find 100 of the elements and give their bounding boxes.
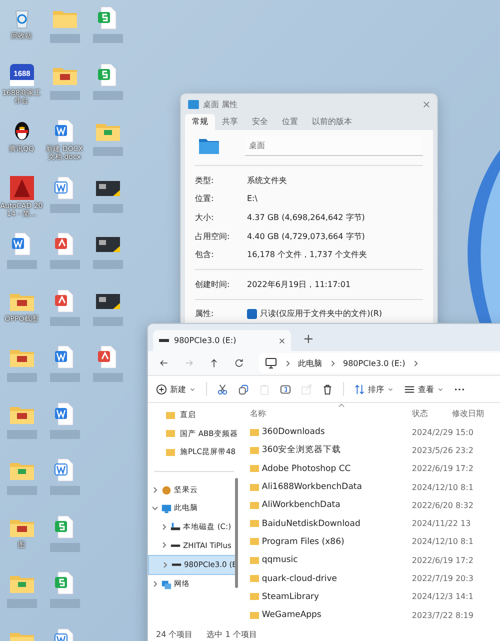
chevron-icon[interactable] xyxy=(161,560,169,569)
chevron-icon[interactable] xyxy=(160,522,168,531)
delete-button[interactable] xyxy=(322,384,333,394)
blurred-label xyxy=(92,373,122,382)
column-header[interactable]: 状态 xyxy=(412,408,452,418)
copy-button[interactable] xyxy=(238,384,249,394)
triangle-app-icon[interactable] xyxy=(8,174,34,200)
blurred-label xyxy=(50,90,80,100)
new-tab-button[interactable]: + xyxy=(303,332,314,347)
property-label: 位置: xyxy=(195,193,215,204)
caret-icon xyxy=(189,386,196,392)
file-row[interactable]: Adobe Photoshop CC 2022/6/19 17:2 xyxy=(242,460,500,478)
breadcrumb-item[interactable]: 此电脑 xyxy=(298,358,322,368)
property-label: 包含: xyxy=(195,249,215,260)
folder-icon xyxy=(250,593,259,600)
property-label: 属性: xyxy=(195,308,215,320)
close-tab-button[interactable] xyxy=(279,338,285,344)
folder-icon xyxy=(188,100,199,108)
folder-icon xyxy=(250,502,259,509)
cut-icon xyxy=(217,384,228,394)
rename-icon xyxy=(280,384,291,394)
blurred-label xyxy=(50,599,80,608)
view-button[interactable]: 查看 xyxy=(404,384,444,394)
folder-icon xyxy=(250,465,259,472)
dialog-tab[interactable]: 常规 xyxy=(185,114,215,130)
status-text: 24 个项目 xyxy=(156,629,193,640)
blurred-label xyxy=(92,34,122,43)
dialog-tab[interactable]: 安全 xyxy=(245,114,275,130)
file-row[interactable]: AliWorkbenchData 2022/6/20 8:32 xyxy=(242,496,500,514)
blurred-label xyxy=(50,204,80,212)
file-row[interactable]: qqmusic 2022/6/19 17:2 xyxy=(242,551,500,570)
blurred-label xyxy=(50,542,80,552)
dialog-tab[interactable]: 位置 xyxy=(275,114,305,130)
dialog-tab[interactable]: 共享 xyxy=(215,114,245,130)
dialog-tab[interactable]: 以前的版本 xyxy=(305,114,359,130)
property-label: 创建时间: xyxy=(195,278,231,290)
chevron-icon xyxy=(330,360,335,366)
drive-icon xyxy=(159,339,169,342)
property-value: E:\ xyxy=(247,194,258,204)
property-label: 大小: xyxy=(195,212,215,223)
file-row[interactable]: WeGameApps 2023/7/22 8:19 xyxy=(242,606,500,624)
column-header[interactable]: 名称 xyxy=(242,408,412,418)
dialog-title: 桌面 属性 xyxy=(203,98,238,110)
monitor-icon xyxy=(265,357,277,369)
folder-icon xyxy=(250,575,259,582)
blurred-label xyxy=(50,260,80,269)
property-value: 4.40 GB (4,729,073,664 字节) xyxy=(247,230,365,242)
drive-icon xyxy=(170,521,181,532)
checkbox[interactable] xyxy=(247,308,257,319)
refresh-button[interactable] xyxy=(234,358,244,368)
cut-button[interactable] xyxy=(217,384,228,394)
property-value: 2022年6月19日，11:17:01 xyxy=(247,278,351,290)
monitor-icon xyxy=(161,502,172,514)
property-label: 类型: xyxy=(195,174,215,186)
blurred-label xyxy=(6,260,36,269)
back-button[interactable] xyxy=(159,358,169,368)
chevron-icon[interactable] xyxy=(160,541,168,550)
breadcrumb-item[interactable]: 980PCIe3.0 (E:) xyxy=(343,358,406,368)
property-value: 系统文件夹 xyxy=(247,174,287,186)
file-row[interactable]: SteamLibrary 2024/12/3 14:1 xyxy=(242,588,500,606)
blurred-label xyxy=(50,316,80,326)
rename-button[interactable] xyxy=(280,384,291,394)
file-row[interactable]: 360Downloads 2024/2/29 15:0 xyxy=(242,423,500,442)
chevron-icon[interactable] xyxy=(151,580,159,588)
close-button[interactable] xyxy=(423,100,430,108)
blurred-label xyxy=(92,316,122,326)
file-row[interactable]: Ali1688WorkbenchData 2024/12/10 8:1 xyxy=(242,478,500,496)
chevron-icon[interactable] xyxy=(151,486,159,494)
folder-icon xyxy=(250,446,259,454)
up-button[interactable] xyxy=(209,358,219,368)
sort-caret-icon xyxy=(338,403,345,408)
blurred-label xyxy=(92,147,122,156)
blurred-label xyxy=(92,204,122,212)
file-row[interactable]: quark-cloud-drive 2022/7/19 20:3 xyxy=(242,569,500,588)
file-row[interactable]: BaiduNetdiskDownload 2024/11/22 13 xyxy=(242,514,500,533)
sort-icon xyxy=(354,384,365,394)
blurred-label xyxy=(50,486,80,495)
new-button[interactable]: 新建 xyxy=(156,384,196,394)
blurred-label xyxy=(92,260,122,269)
chevron-icon[interactable] xyxy=(151,504,159,512)
folder-icon xyxy=(250,520,259,528)
new-icon xyxy=(156,384,167,394)
blurred-label xyxy=(50,34,80,43)
blurred-label xyxy=(6,599,36,608)
property-label: 占用空间: xyxy=(195,230,231,242)
column-header[interactable]: 修改日期 xyxy=(452,408,500,418)
window-tab[interactable]: 980PCIe3.0 (E:) xyxy=(153,330,291,351)
view-icon xyxy=(404,384,415,394)
file-row[interactable]: Program Files (x86) 2024/12/10 8:1 xyxy=(242,532,500,552)
share-icon xyxy=(301,384,312,394)
status-text: 选中 1 个项目 xyxy=(206,629,257,640)
address-bar[interactable]: 此电脑 980PCIe3.0 (E:) xyxy=(259,353,500,373)
file-row[interactable]: 360安全浏览器下载 2023/5/26 23:2 xyxy=(242,441,500,460)
sort-button[interactable]: 排序 xyxy=(354,384,394,394)
caret-icon xyxy=(437,386,444,392)
delete-icon xyxy=(322,384,333,394)
folder-icon xyxy=(250,556,259,564)
blurred-label xyxy=(6,373,36,382)
blurred-label xyxy=(50,373,80,382)
folder-icon xyxy=(250,428,259,436)
